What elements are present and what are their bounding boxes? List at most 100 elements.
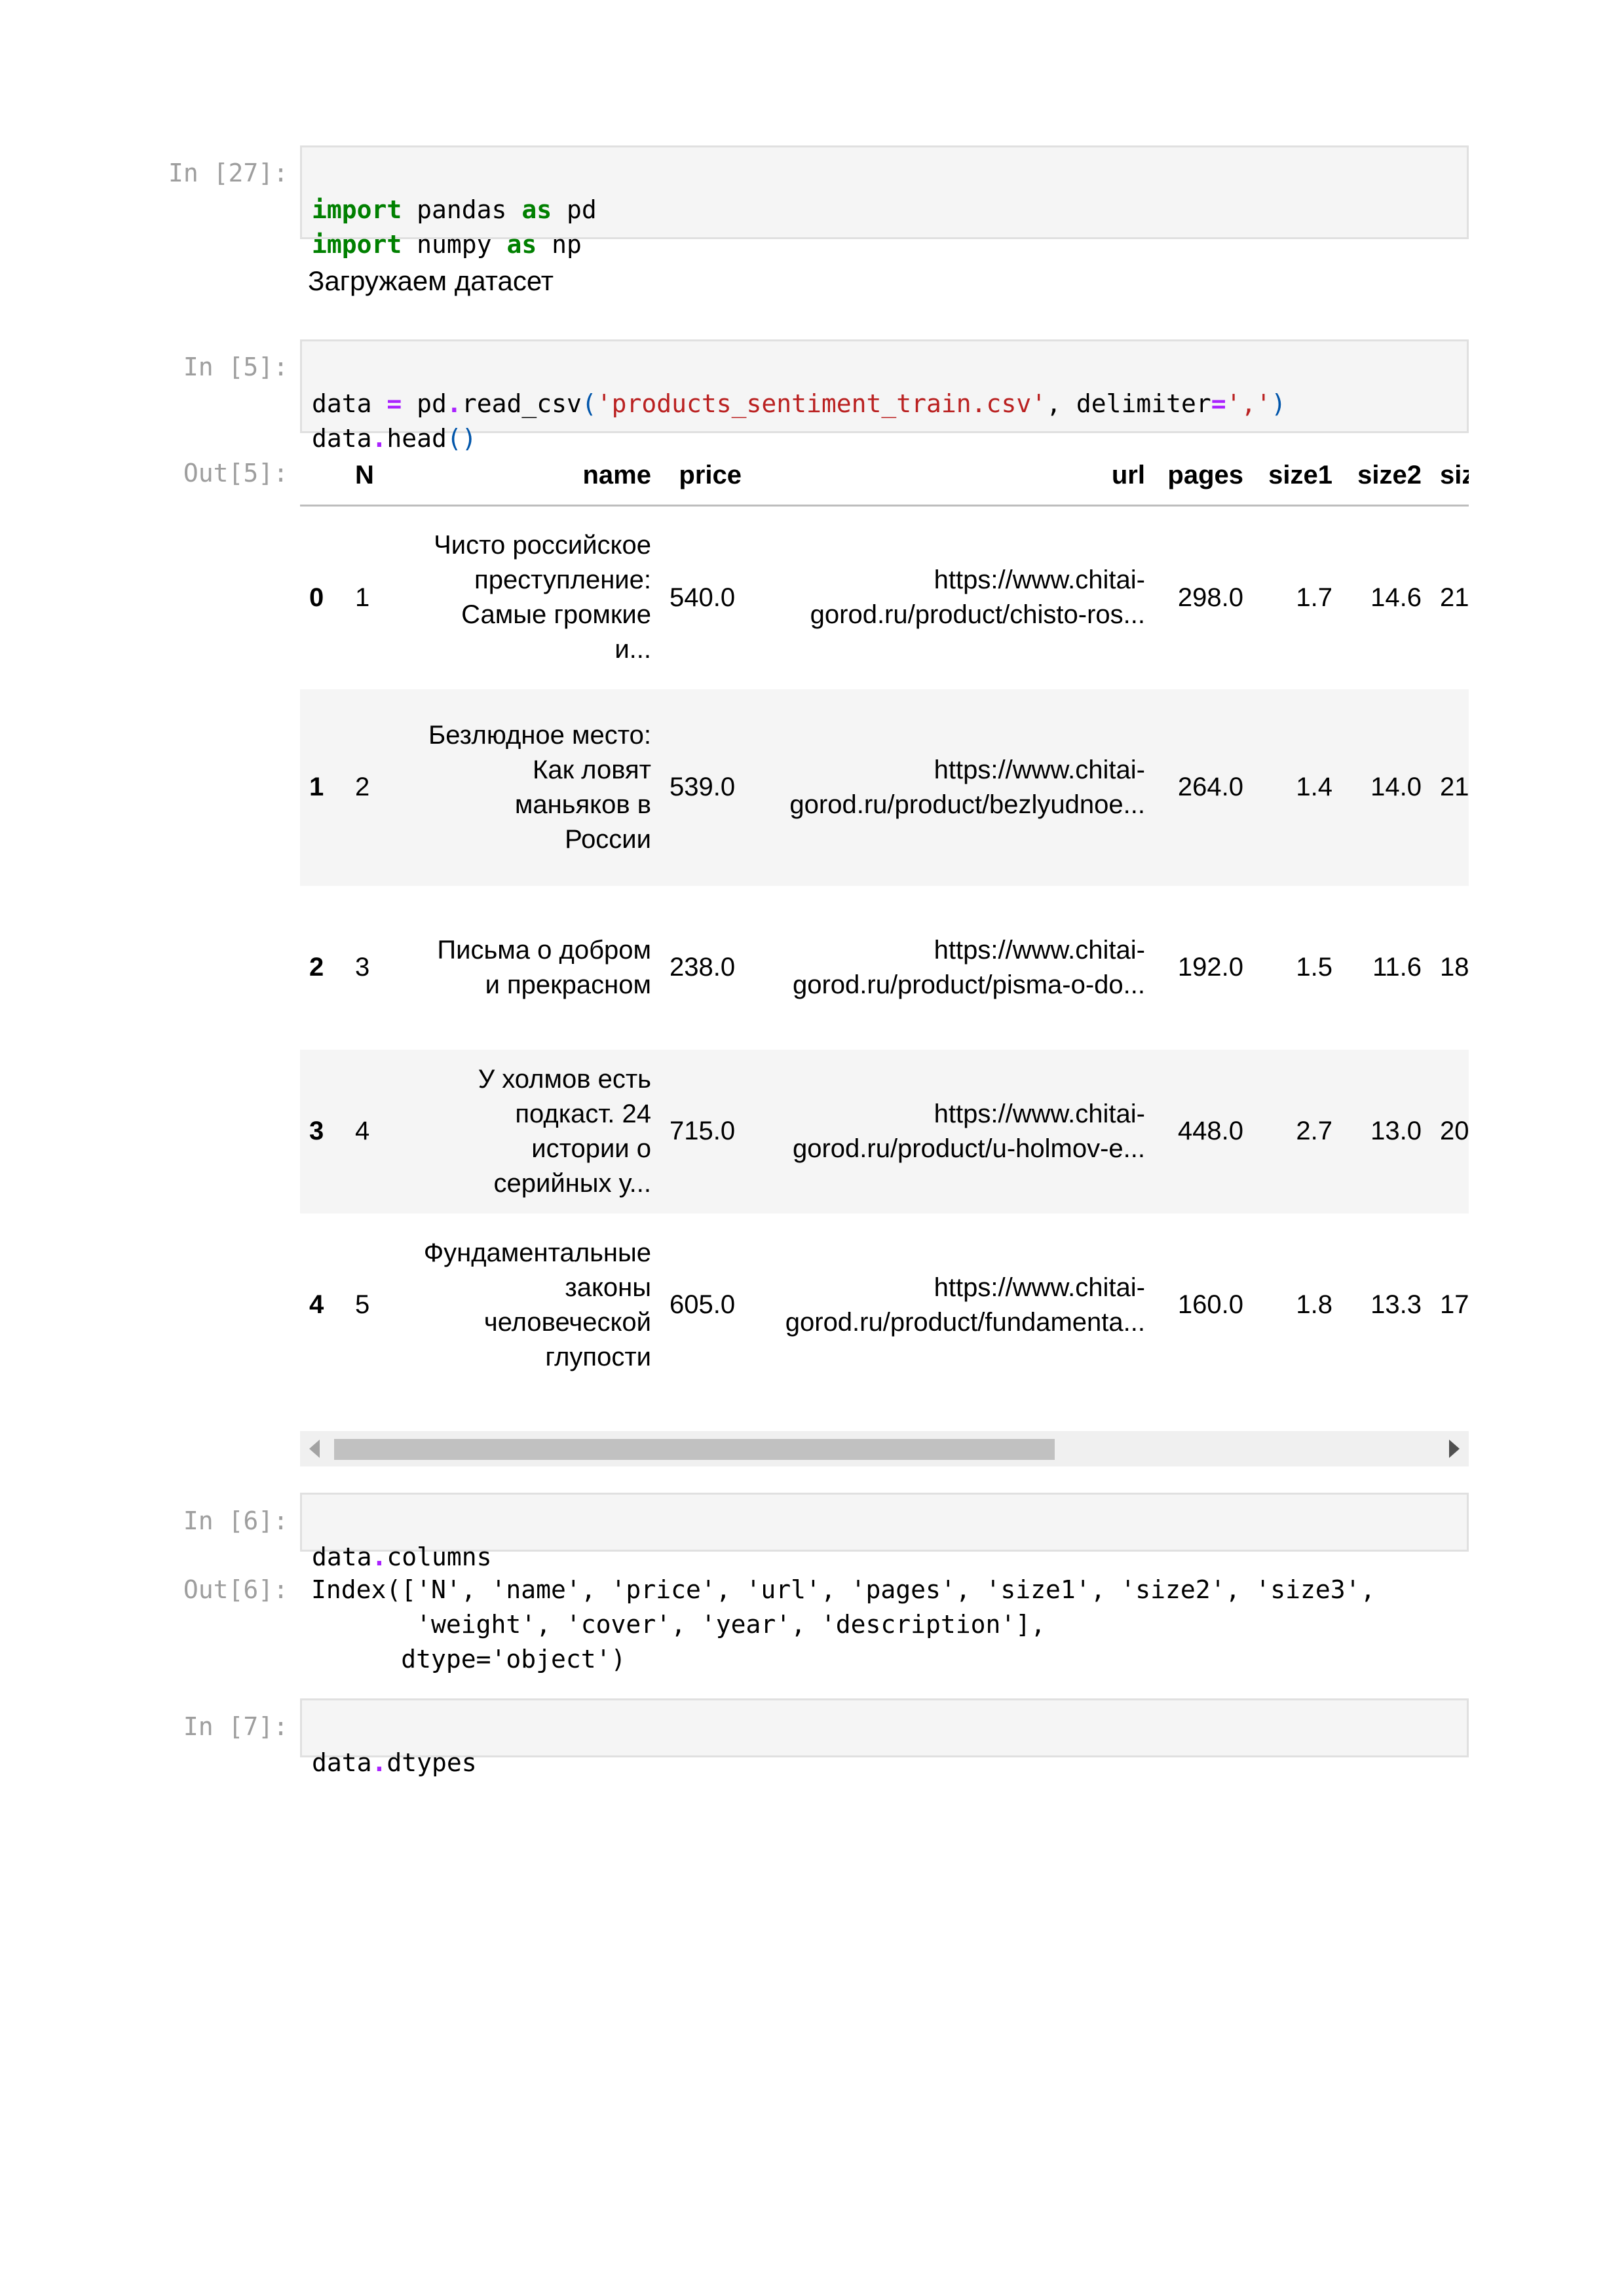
table-cell: https://www.chitai-gorod.ru/product/bezl…: [751, 689, 1154, 886]
column-header: pages: [1154, 446, 1253, 507]
code-line: data.dtypes: [312, 1748, 477, 1777]
code-token: data: [312, 1748, 372, 1777]
table-cell: Безлюдное место: Как ловят маньяков в Росси…: [392, 689, 660, 886]
table-cell: 20.7: [1440, 1117, 1469, 1145]
output-line: dtype='object'): [311, 1645, 626, 1674]
table-cell: 238.0: [670, 953, 736, 982]
table-cell: 160.0: [1177, 1290, 1243, 1319]
paren: (: [581, 389, 597, 418]
scroll-left-arrow-icon[interactable]: [309, 1440, 320, 1458]
url-line: gorod.ru/product/fundamenta...: [785, 1307, 1145, 1337]
operator: .: [446, 389, 462, 418]
url-line: https://www.chitai-: [934, 755, 1145, 784]
table-cell: 1.4: [1296, 773, 1332, 801]
code-token: data: [312, 1542, 372, 1571]
table-cell: 21.0: [1440, 773, 1469, 801]
column-header: N: [346, 446, 392, 507]
table-cell: 540.0: [670, 583, 736, 612]
table-cell: 13.3: [1370, 1290, 1422, 1319]
name-line: маньяков в: [514, 790, 651, 819]
code-cell-7[interactable]: data.dtypes: [300, 1698, 1469, 1777]
row-index: 4: [309, 1290, 324, 1319]
row-index: 0: [309, 583, 324, 612]
code-token: data: [312, 389, 387, 418]
name-line: человеческой: [483, 1307, 651, 1337]
row-index: 1: [309, 773, 324, 801]
table-cell: 298.0: [1177, 583, 1243, 612]
table-row: 1 2 Безлюдное место: Как ловят маньяков в Рос…: [300, 689, 1469, 886]
horizontal-scrollbar[interactable]: [300, 1431, 1469, 1466]
table-cell: 715.0: [670, 1117, 736, 1145]
table-cell: Чисто российское преступление: Самые громк…: [392, 506, 660, 689]
code-line: data = pd.read_csv('products_sentiment_t…: [312, 389, 1286, 418]
operator: .: [371, 1748, 387, 1777]
table-cell: 4: [355, 1117, 370, 1145]
column-header: price: [660, 446, 751, 507]
alias: pd: [552, 195, 597, 224]
output-line: 'weight', 'cover', 'year', 'description'…: [311, 1610, 1046, 1639]
table-cell: 448.0: [1177, 1117, 1243, 1145]
code-cell-27[interactable]: import pandas as pd import numpy as np: [300, 145, 1469, 259]
table-cell: 1: [355, 583, 370, 612]
table-cell: 1.5: [1296, 953, 1332, 982]
row-index: 3: [309, 1117, 324, 1145]
name-line: Фундаментальные: [423, 1238, 651, 1267]
scroll-right-arrow-icon[interactable]: [1449, 1440, 1460, 1458]
table-cell: 13.0: [1370, 1117, 1422, 1145]
table-row: 0 1 Чисто российское преступление: Самые гро…: [300, 506, 1469, 689]
table-cell: 18.1: [1440, 953, 1469, 982]
table-cell: 14.0: [1370, 773, 1422, 801]
keyword: import: [312, 195, 402, 224]
name-line: Письма о добром: [437, 935, 651, 965]
code-token: pd: [402, 389, 447, 418]
table-cell: 5: [355, 1290, 370, 1319]
table-cell: 21.6: [1440, 583, 1469, 612]
table-cell: 17.3: [1440, 1290, 1469, 1319]
table-cell: 264.0: [1177, 773, 1243, 801]
column-header: [300, 446, 346, 507]
input-prompt-7: In [7]:: [183, 1712, 288, 1741]
code-token: , delimiter: [1046, 389, 1211, 418]
table-cell: 2: [355, 773, 370, 801]
operator: =: [387, 389, 402, 418]
code-line: import pandas as pd: [312, 195, 597, 224]
code-cell-6[interactable]: data.columns: [300, 1493, 1469, 1571]
table-cell: https://www.chitai-gorod.ru/product/chis…: [751, 506, 1154, 689]
table-cell: https://www.chitai-gorod.ru/product/u-ho…: [751, 1050, 1154, 1214]
module-name: numpy: [402, 230, 507, 259]
table-cell: 539.0: [670, 773, 736, 801]
table-row: 2 3 Письма о добром и прекрасном 238.0 https:…: [300, 886, 1469, 1050]
table-cell: 192.0: [1177, 953, 1243, 982]
name-line: истории о: [531, 1134, 651, 1163]
scrollbar-thumb[interactable]: [334, 1439, 1055, 1460]
name-line: подкаст. 24: [515, 1099, 651, 1128]
table-cell: 605.0: [670, 1290, 736, 1319]
table-cell: 11.6: [1372, 953, 1422, 982]
column-header: name: [392, 446, 660, 507]
name-line: серийных у...: [493, 1168, 651, 1198]
dataframe-table: N name price url pages size1 size2 size3…: [300, 446, 1469, 1397]
name-line: преступление:: [474, 565, 651, 595]
string-literal: ',': [1226, 389, 1272, 418]
markdown-cell: Загружаем датасет: [308, 265, 554, 296]
row-index: 2: [309, 953, 324, 982]
code-token: columns: [387, 1542, 492, 1571]
operator: .: [371, 1542, 387, 1571]
module-name: pandas: [402, 195, 522, 224]
header-row: N name price url pages size1 size2 size3: [300, 446, 1469, 507]
name-line: Безлюдное место:: [428, 720, 651, 750]
input-prompt-6: In [6]:: [183, 1506, 288, 1535]
name-line: У холмов есть: [478, 1064, 651, 1094]
alias: np: [537, 230, 582, 259]
code-cell-5[interactable]: data = pd.read_csv('products_sentiment_t…: [300, 339, 1469, 453]
url-line: https://www.chitai-: [934, 1272, 1145, 1302]
table-row: 3 4 У холмов есть подкаст. 24 истории о серий…: [300, 1049, 1469, 1214]
url-line: https://www.chitai-: [934, 565, 1145, 595]
column-header: url: [751, 446, 1154, 507]
paren: ): [1271, 389, 1287, 418]
dataframe-output[interactable]: N name price url pages size1 size2 size3…: [300, 446, 1469, 1474]
name-line: России: [565, 824, 651, 854]
name-line: и...: [614, 635, 651, 664]
table-cell: 14.6: [1370, 583, 1422, 612]
column-header: size2: [1342, 446, 1431, 507]
